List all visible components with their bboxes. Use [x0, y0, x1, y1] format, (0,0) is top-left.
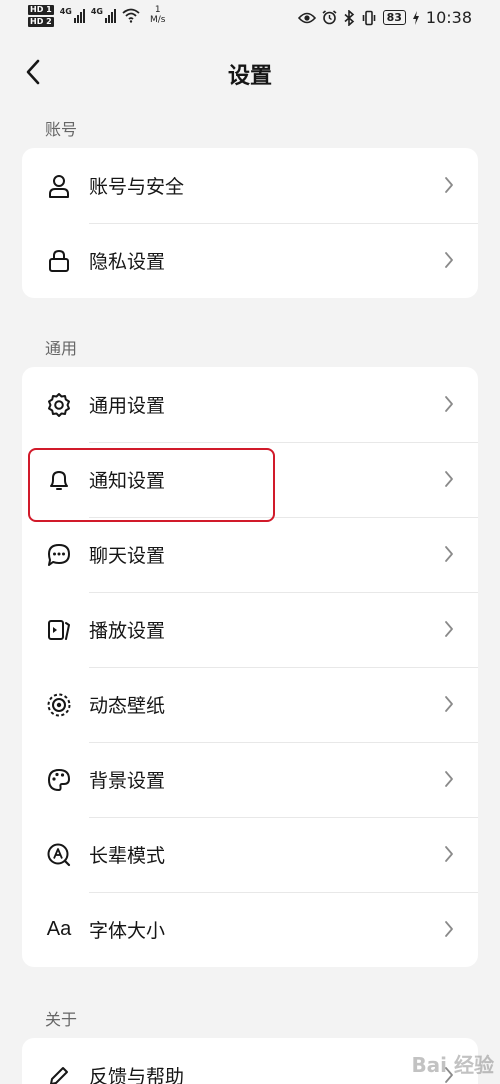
row-elder-mode[interactable]: 长辈模式 — [22, 817, 478, 892]
vibrate-icon — [362, 10, 375, 25]
chevron-right-icon — [445, 846, 453, 862]
row-label: 账号与安全 — [89, 176, 185, 198]
play-settings-icon — [44, 615, 74, 645]
row-label: 通知设置 — [89, 470, 166, 492]
watermark: Bai 经验 — [411, 1053, 494, 1077]
row-label: 长辈模式 — [89, 845, 166, 867]
divider — [89, 817, 478, 818]
row-live-wallpaper[interactable]: 动态壁纸 — [22, 667, 478, 742]
divider — [89, 223, 478, 224]
row-notification-settings[interactable]: 通知设置 — [22, 442, 478, 517]
status-right: 83 10:38 — [297, 8, 472, 27]
signal-2-icon: 4G — [91, 7, 116, 23]
row-general-settings[interactable]: 通用设置 — [22, 367, 478, 442]
row-label: 动态壁纸 — [89, 695, 166, 717]
row-label: 隐私设置 — [89, 251, 166, 273]
live-wallpaper-icon — [44, 690, 74, 720]
divider — [89, 667, 478, 668]
row-background-settings[interactable]: 背景设置 — [22, 742, 478, 817]
bluetooth-icon — [344, 9, 354, 26]
hd2-badge: HD 2 — [28, 17, 54, 27]
status-bar: HD 1 HD 2 4G 4G 1 M/s 83 10:38 — [0, 0, 500, 40]
row-label: 字体大小 — [89, 920, 166, 942]
row-privacy[interactable]: 隐私设置 — [22, 223, 478, 298]
clock: 10:38 — [425, 8, 472, 27]
chevron-right-icon — [445, 546, 453, 562]
chevron-right-icon — [445, 471, 453, 487]
about-card: 反馈与帮助 — [22, 1038, 478, 1084]
font-size-icon: Aa — [46, 918, 72, 940]
row-chat-settings[interactable]: 聊天设置 — [22, 517, 478, 592]
status-left: HD 1 HD 2 4G 4G 1 M/s — [28, 5, 165, 27]
lock-icon — [44, 246, 74, 276]
page-title: 设置 — [227, 64, 272, 89]
row-feedback-help[interactable]: 反馈与帮助 — [22, 1038, 478, 1084]
chat-bubble-icon — [44, 540, 74, 570]
hd1-badge: HD 1 — [28, 5, 54, 15]
row-account-security[interactable]: 账号与安全 — [22, 148, 478, 223]
section-label-about: 关于 — [45, 1010, 78, 1029]
palette-icon — [44, 765, 74, 795]
signal-1-icon: 4G — [60, 7, 85, 23]
wifi-icon — [122, 8, 140, 23]
charging-icon — [412, 10, 419, 25]
nav-header: 设置 — [0, 40, 500, 104]
pencil-icon — [44, 1061, 74, 1084]
chevron-right-icon — [445, 621, 453, 637]
chevron-right-icon — [445, 177, 453, 193]
row-label: 背景设置 — [89, 770, 166, 792]
elder-mode-icon — [44, 840, 74, 870]
eye-icon — [297, 12, 316, 23]
chevron-right-icon — [445, 771, 453, 787]
battery-indicator: 83 — [382, 10, 406, 25]
person-icon — [44, 171, 74, 201]
row-label: 反馈与帮助 — [89, 1066, 185, 1084]
row-font-size[interactable]: Aa 字体大小 — [22, 892, 478, 967]
divider — [89, 592, 478, 593]
chevron-right-icon — [445, 696, 453, 712]
row-label: 通用设置 — [89, 395, 166, 417]
divider — [89, 892, 478, 893]
chevron-right-icon — [445, 396, 453, 412]
row-label: 聊天设置 — [89, 545, 166, 567]
net-speed: 1 M/s — [149, 5, 166, 25]
gear-icon — [44, 390, 74, 420]
chevron-right-icon — [445, 921, 453, 937]
section-label-general: 通用 — [45, 339, 78, 358]
row-label: 播放设置 — [89, 620, 166, 642]
chevron-right-icon — [445, 252, 453, 268]
divider — [89, 517, 478, 518]
divider — [89, 442, 478, 443]
account-card: 账号与安全 隐私设置 — [22, 148, 478, 298]
divider — [89, 742, 478, 743]
bell-icon — [44, 465, 74, 495]
alarm-icon — [322, 10, 337, 25]
general-card: 通用设置 通知设置 聊天设置 播放设置 动态壁纸 背景设置 长辈模式 Aa 字体… — [22, 367, 478, 967]
section-label-account: 账号 — [45, 120, 78, 139]
row-playback-settings[interactable]: 播放设置 — [22, 592, 478, 667]
